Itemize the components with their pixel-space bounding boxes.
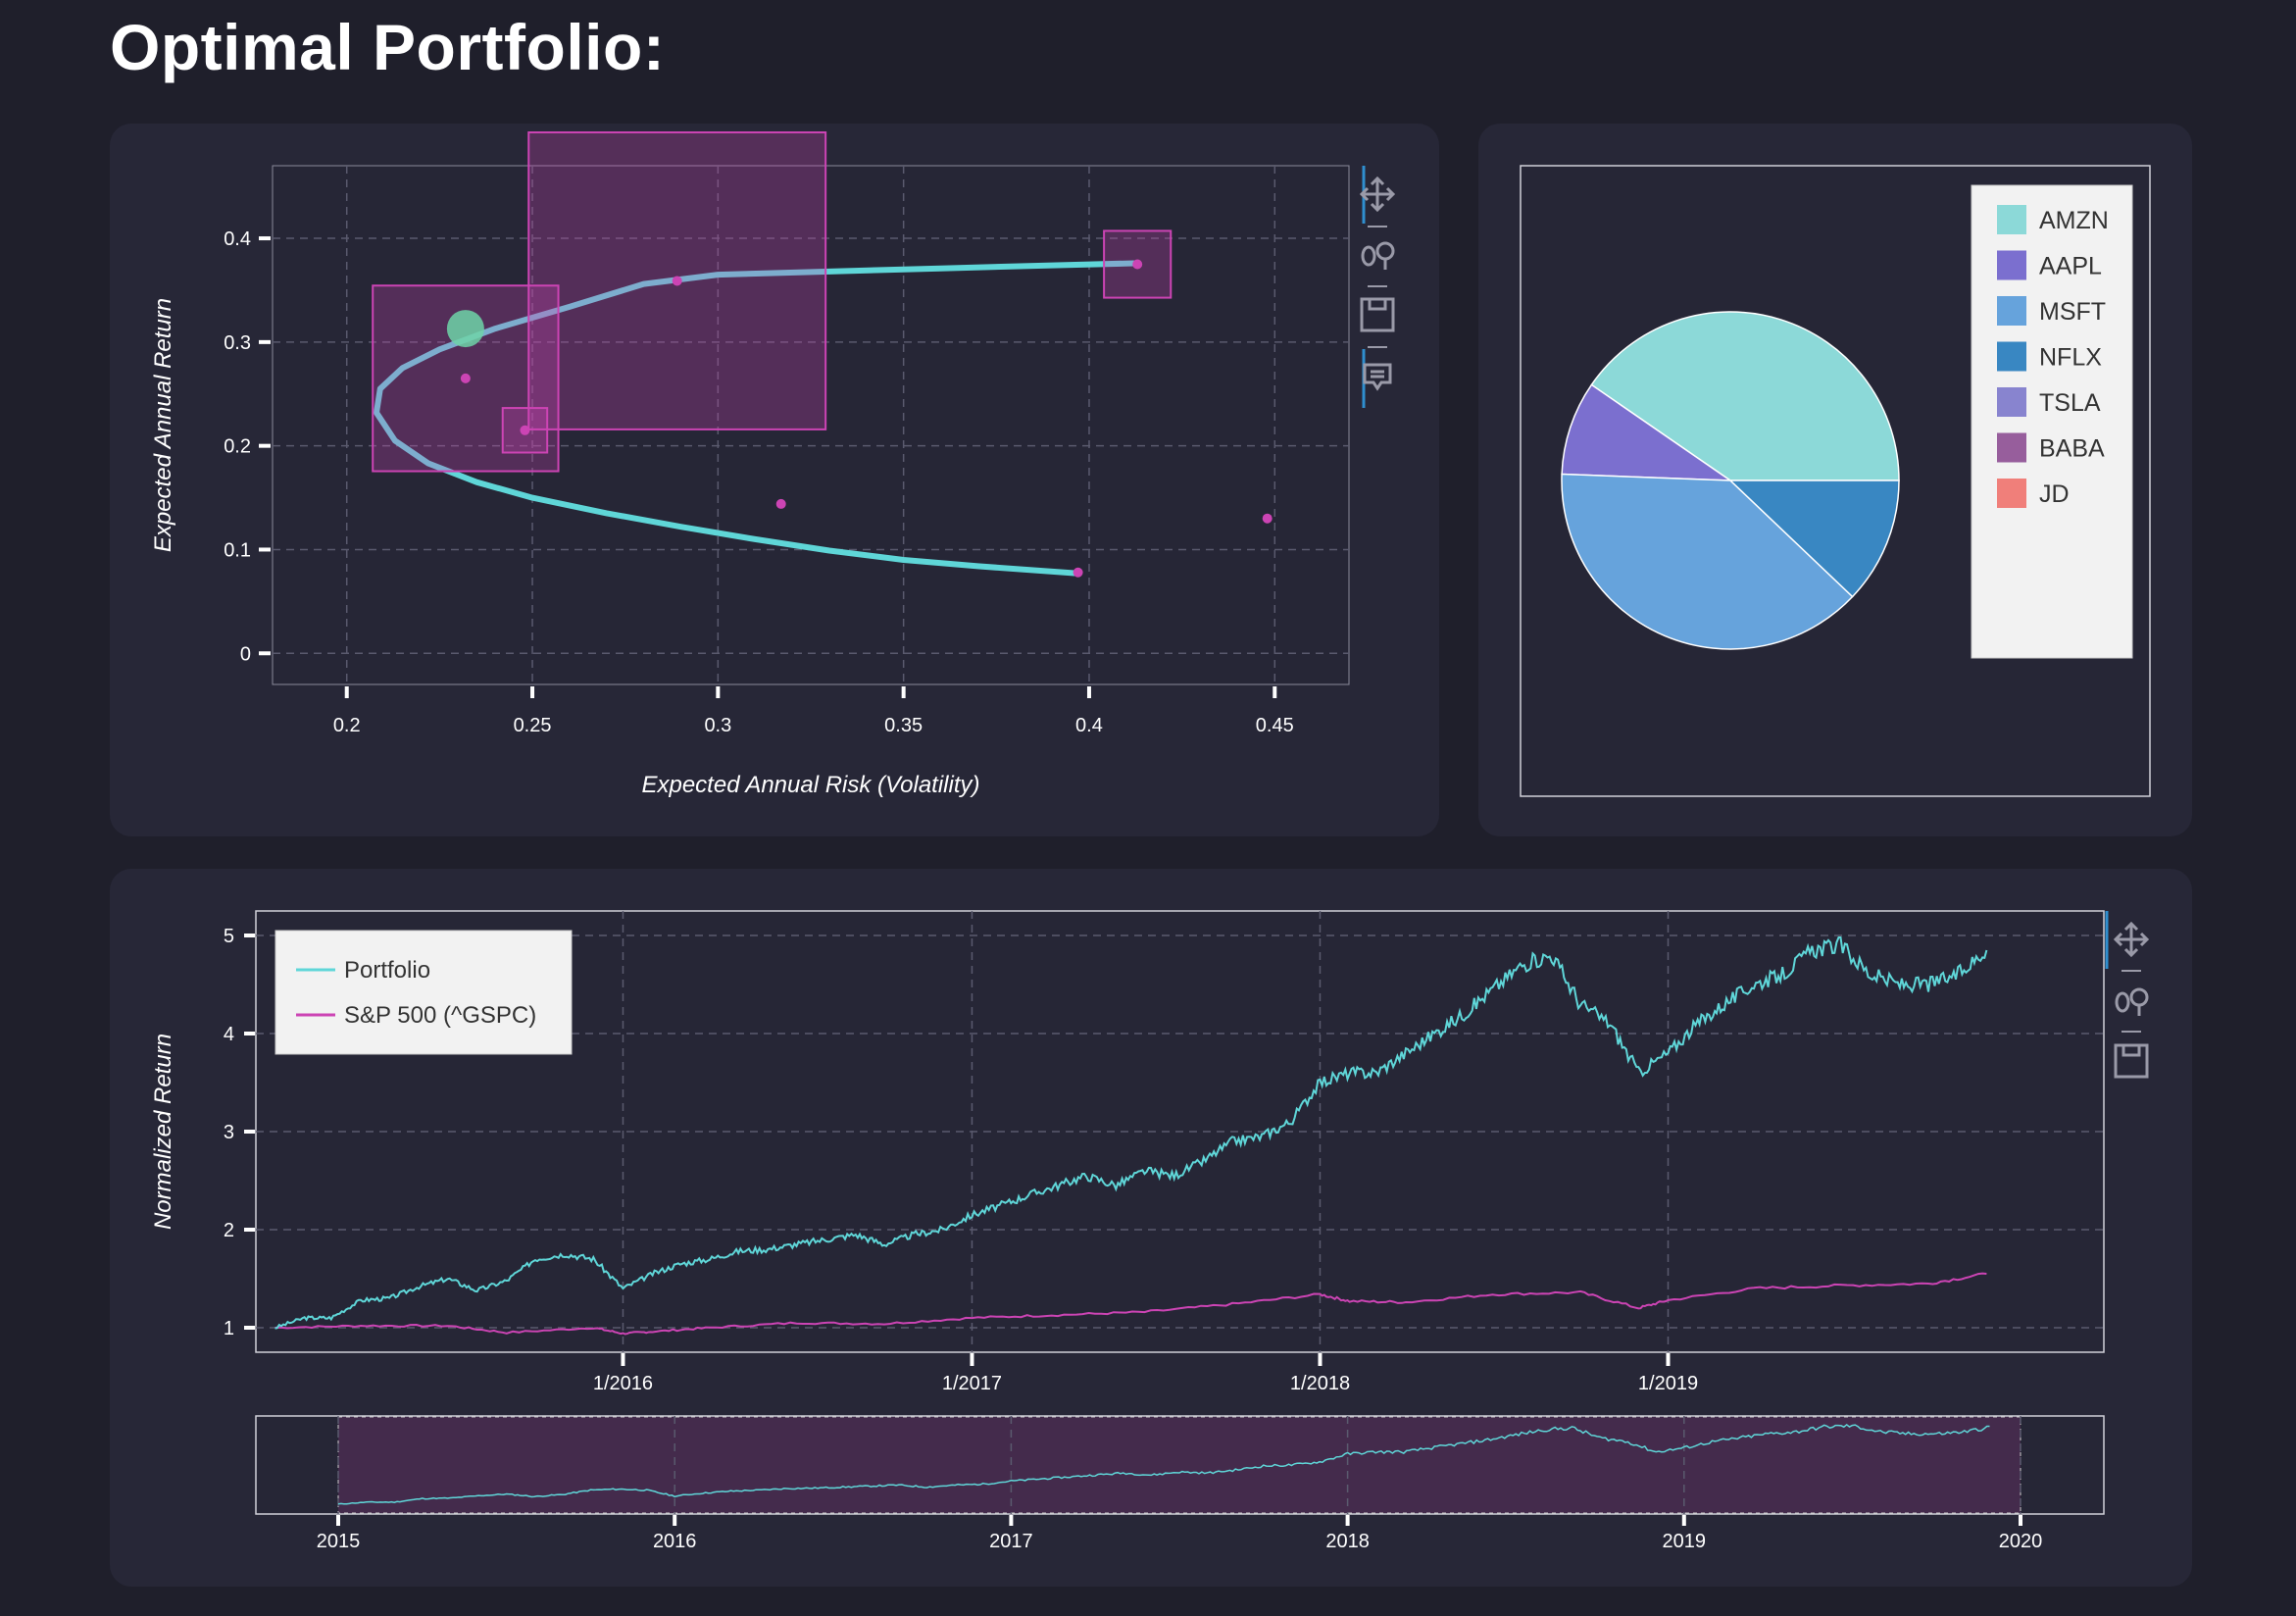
y-tick-label: 0.4	[224, 228, 251, 250]
tooltip-glyph	[1363, 363, 1392, 391]
disk-label-glyph	[1368, 297, 1387, 311]
legend-label-nflx: NFLX	[2039, 344, 2102, 372]
legend-label-aapl: AAPL	[2039, 253, 2102, 280]
legend-swatch	[1997, 250, 2026, 280]
legend-label-jd: JD	[2039, 480, 2070, 508]
legend-swatch	[1997, 387, 2026, 417]
legend-label-portfolio: Portfolio	[344, 957, 430, 984]
x-tick-label: 0.4	[1075, 715, 1103, 736]
disk-outline-glyph	[1360, 297, 1395, 332]
legend-swatch	[1997, 479, 2026, 508]
allocation-card: AMZN AAPL MSFT NFLX TSLA BABA JD	[1478, 124, 2192, 836]
legend-swatch	[1997, 341, 2026, 372]
allocation-pie-chart[interactable]: AMZN AAPL MSFT NFLX TSLA BABA JD	[1478, 124, 2192, 836]
y-tick-label: 2	[224, 1220, 234, 1241]
y-tick-label: 4	[224, 1024, 234, 1045]
range-x-tick-label: 2016	[653, 1531, 697, 1552]
y-axis-label: Expected Annual Return	[150, 298, 176, 552]
save-icon[interactable]	[2114, 1043, 2149, 1079]
pan-glyph	[2113, 921, 2150, 958]
pan-icon[interactable]	[2113, 921, 2150, 958]
x-tick-label: 0.45	[1256, 715, 1294, 736]
range-x-tick-label: 2018	[1325, 1531, 1370, 1552]
legend-swatch	[1997, 432, 2026, 463]
wheel-glyph	[1361, 245, 1376, 267]
x-tick-label: 0.3	[704, 715, 731, 736]
legend-swatch	[1997, 205, 2026, 234]
legend-swatch	[1997, 296, 2026, 326]
page-title: Optimal Portfolio:	[110, 11, 666, 83]
legend-label-tsla: TSLA	[2039, 389, 2101, 417]
asset-point[interactable]	[775, 498, 786, 509]
y-tick-label: 0.1	[224, 539, 251, 561]
wheel-glyph	[2115, 991, 2130, 1013]
range-x-tick-label: 2017	[989, 1531, 1033, 1552]
efficient-frontier-chart[interactable]: 0.2 0.25 0.3 0.35 0.4 0.45 0 0.1 0.2 0.3 0.4 Expect…	[110, 124, 1439, 836]
x-tick-label: 0.25	[514, 715, 552, 736]
range-x-tick-label: 2019	[1663, 1531, 1707, 1552]
pan-glyph	[1359, 176, 1396, 213]
disk-label-glyph	[2121, 1043, 2141, 1057]
y-tick-label: 0.2	[224, 436, 251, 458]
save-icon[interactable]	[1360, 297, 1395, 332]
x-tick-label: 0.2	[333, 715, 361, 736]
y-tick-label: 1	[224, 1318, 234, 1339]
pan-icon[interactable]	[1359, 176, 1396, 213]
frontier-card: 0.2 0.25 0.3 0.35 0.4 0.45 0 0.1 0.2 0.3 0.4 Expect…	[110, 124, 1439, 836]
y-tick-label: 0	[240, 643, 251, 665]
lens-glyph	[2129, 987, 2149, 1007]
asset-point[interactable]	[1262, 513, 1273, 524]
x-tick-label: 1/2018	[1290, 1373, 1350, 1394]
range-x-tick-label: 2020	[1999, 1531, 2043, 1552]
legend-label-sp500: S&P 500 (^GSPC)	[344, 1002, 536, 1029]
x-tick-label: 1/2017	[942, 1373, 1002, 1394]
x-tick-label: 1/2016	[593, 1373, 653, 1394]
asset-point[interactable]	[1073, 567, 1083, 578]
wheel-zoom-icon[interactable]	[2115, 987, 2149, 1016]
returns-card: 1 2 3 4 5 1/2016 1/2017 1/2018 1/2019 Normalized …	[110, 869, 2192, 1587]
hover-icon[interactable]	[1363, 363, 1392, 391]
asset-point[interactable]	[460, 373, 471, 383]
asset-point[interactable]	[672, 276, 682, 286]
legend-label-baba: BABA	[2039, 435, 2105, 463]
disk-outline-glyph	[2114, 1043, 2149, 1079]
x-axis-label: Expected Annual Risk (Volatility)	[641, 772, 979, 798]
normalized-returns-chart[interactable]: 1 2 3 4 5 1/2016 1/2017 1/2018 1/2019 Normalized …	[110, 869, 2192, 1587]
wheel-zoom-icon[interactable]	[1361, 241, 1395, 270]
optimal-portfolio-marker[interactable]	[446, 310, 484, 348]
x-tick-label: 0.35	[884, 715, 923, 736]
asset-point[interactable]	[1132, 259, 1143, 270]
y-tick-label: 5	[224, 926, 234, 947]
range-x-tick-label: 2015	[317, 1531, 361, 1552]
lens-glyph	[1375, 241, 1395, 261]
legend-label-msft: MSFT	[2039, 298, 2106, 326]
y-axis-label: Normalized Return	[150, 1034, 176, 1230]
range-selection-window[interactable]	[337, 1416, 2021, 1514]
y-tick-label: 3	[224, 1122, 234, 1143]
x-tick-label: 1/2019	[1638, 1373, 1698, 1394]
y-tick-label: 0.3	[224, 332, 251, 354]
legend-label-amzn: AMZN	[2039, 207, 2109, 234]
returns-legend	[275, 930, 573, 1055]
